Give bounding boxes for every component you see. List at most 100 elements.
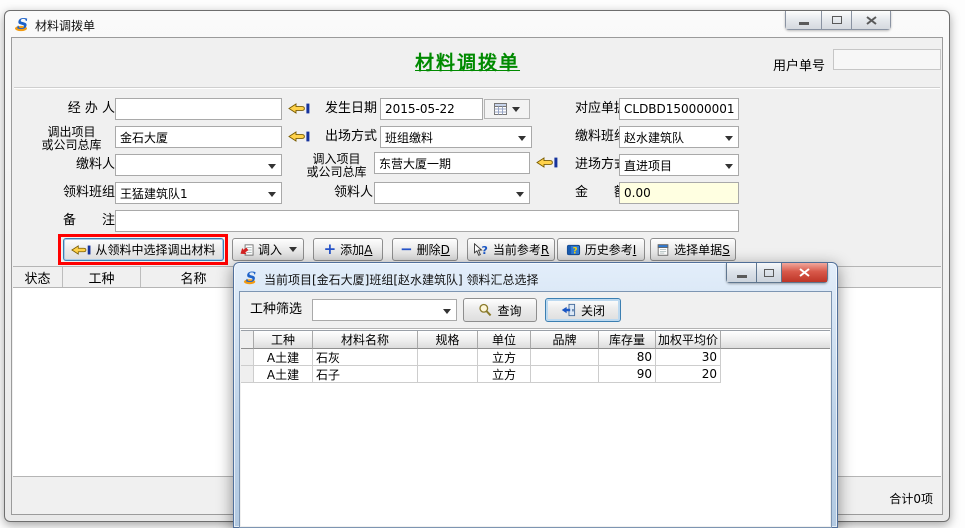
cell-material-name: 石灰: [313, 349, 418, 366]
cell-avg-price: 30: [656, 349, 721, 366]
close-button[interactable]: [852, 11, 891, 30]
total-count: 合计0项: [889, 490, 933, 507]
select-document-button[interactable]: 选择单据S: [650, 238, 736, 261]
window-title: 材料调拨单: [35, 17, 95, 34]
remark-input[interactable]: [115, 210, 739, 232]
dialog-minimize-button[interactable]: [726, 263, 757, 283]
hand-picker-icon[interactable]: [288, 101, 310, 117]
table-row[interactable]: A土建 石子 立方 90 20: [241, 366, 830, 383]
grid-header-row: 工种 材料名称 规格 单位 品牌 库存量 加权平均价: [241, 331, 830, 349]
search-icon: [478, 303, 492, 317]
row-selector[interactable]: [241, 366, 254, 383]
out-mode-label: 出场方式: [315, 126, 377, 148]
date-picker-button[interactable]: [484, 99, 530, 119]
row-selector[interactable]: [241, 349, 254, 366]
doc-no-label: 对应单据: [565, 98, 627, 120]
worktype-filter-select[interactable]: [312, 299, 457, 321]
chevron-down-icon: [268, 164, 276, 169]
pay-team-select[interactable]: 赵水建筑队: [619, 126, 739, 148]
cell-worktype: A土建: [254, 349, 313, 366]
col-header-brand[interactable]: 品牌: [531, 331, 599, 349]
document-icon: [656, 243, 670, 257]
material-summary-dialog: S 当前项目[金石大厦]班组[赵水建筑队] 领料汇总选择 工种筛选 查询 关闭: [233, 262, 838, 528]
svg-text:S: S: [246, 270, 256, 286]
doc-no-input[interactable]: CLDBD150000001: [619, 98, 739, 120]
row-selector-header: [241, 331, 254, 349]
cell-brand: [531, 349, 599, 366]
out-project-input[interactable]: 金石大厦: [115, 126, 282, 148]
pick-team-select[interactable]: 王猛建筑队1: [115, 182, 282, 204]
close-icon: [866, 16, 877, 25]
history-reference-button[interactable]: ? 历史参考I: [557, 238, 645, 261]
hand-picker-icon[interactable]: [288, 129, 310, 145]
hand-icon: [71, 243, 91, 257]
payer-select[interactable]: [115, 154, 282, 176]
cursor-help-icon: ?: [473, 243, 489, 257]
in-project-input[interactable]: 东营大厦一期: [374, 152, 530, 174]
dialog-window-controls: [726, 263, 828, 283]
close-icon: [799, 268, 810, 277]
table-row[interactable]: A土建 石灰 立方 80 30: [241, 349, 830, 366]
col-header-material-name[interactable]: 材料名称: [313, 331, 418, 349]
column-header-status[interactable]: 状态: [13, 267, 63, 287]
book-icon: ?: [566, 243, 581, 257]
out-project-label: 调出项目或公司总库: [28, 126, 115, 152]
header-separator: [14, 87, 940, 89]
cell-spec: [418, 366, 478, 383]
minimize-button[interactable]: [785, 11, 822, 30]
chevron-down-icon: [268, 192, 276, 197]
calendar-icon: [494, 103, 507, 115]
select-out-material-button[interactable]: 从领料中选择调出材料: [63, 238, 224, 261]
col-header-unit[interactable]: 单位: [478, 331, 531, 349]
payer-label: 缴料人: [32, 154, 115, 176]
date-input[interactable]: 2015-05-22: [380, 98, 483, 120]
cell-brand: [531, 366, 599, 383]
operator-label: 经 办 人: [32, 98, 115, 120]
main-titlebar: S 材料调拨单: [5, 11, 949, 37]
app-logo-icon: S: [14, 15, 32, 33]
filter-label: 工种筛选: [250, 299, 308, 321]
amount-label: 金 额: [565, 182, 627, 204]
dialog-maximize-button[interactable]: [757, 263, 782, 283]
hand-picker-icon[interactable]: [536, 155, 558, 171]
col-header-stock[interactable]: 库存量: [599, 331, 656, 349]
col-header-filler: [721, 331, 830, 349]
operator-input[interactable]: [115, 98, 282, 120]
dialog-client-area: 工种筛选 查询 关闭 工种 材料名称 规格 单位: [239, 291, 832, 528]
cell-stock: 80: [599, 349, 656, 366]
in-mode-select[interactable]: 直进项目: [619, 154, 739, 176]
cell-avg-price: 20: [656, 366, 721, 383]
picker-label: 领料人: [300, 182, 373, 204]
in-mode-label: 进场方式: [565, 154, 627, 176]
chevron-down-icon: [516, 192, 524, 197]
cell-material-name: 石子: [313, 366, 418, 383]
user-no-input[interactable]: [833, 49, 941, 70]
remark-label: 备 注: [32, 210, 115, 232]
dialog-close-button[interactable]: [782, 263, 828, 283]
import-button[interactable]: 调入: [232, 238, 304, 261]
pay-team-label: 缴料班组: [565, 126, 627, 148]
chevron-down-icon: [443, 309, 451, 314]
picker-select[interactable]: [374, 182, 530, 204]
col-header-worktype[interactable]: 工种: [254, 331, 313, 349]
amount-input[interactable]: 0.00: [619, 182, 739, 204]
svg-text:S: S: [17, 15, 28, 33]
chevron-down-icon: [289, 247, 297, 252]
in-project-label: 调入项目或公司总库: [300, 153, 373, 179]
delete-button[interactable]: − 删除D: [392, 238, 458, 261]
out-mode-select[interactable]: 班组缴料: [380, 126, 532, 148]
column-header-name[interactable]: 名称: [141, 267, 247, 287]
column-header-worktype[interactable]: 工种: [63, 267, 141, 287]
dialog-close-action-button[interactable]: 关闭: [545, 298, 621, 322]
maximize-button[interactable]: [822, 11, 852, 30]
dialog-title: 当前项目[金石大厦]班组[赵水建筑队] 领料汇总选择: [264, 271, 539, 288]
cell-filler: [721, 349, 830, 366]
col-header-spec[interactable]: 规格: [418, 331, 478, 349]
cell-unit: 立方: [478, 349, 531, 366]
col-header-avg-price[interactable]: 加权平均价: [656, 331, 721, 349]
search-button[interactable]: 查询: [463, 298, 537, 322]
user-no-label: 用户单号: [755, 55, 825, 74]
chevron-down-icon: [725, 136, 733, 141]
current-reference-button[interactable]: ? 当前参考R: [467, 238, 555, 261]
add-button[interactable]: + 添加A: [313, 238, 383, 261]
